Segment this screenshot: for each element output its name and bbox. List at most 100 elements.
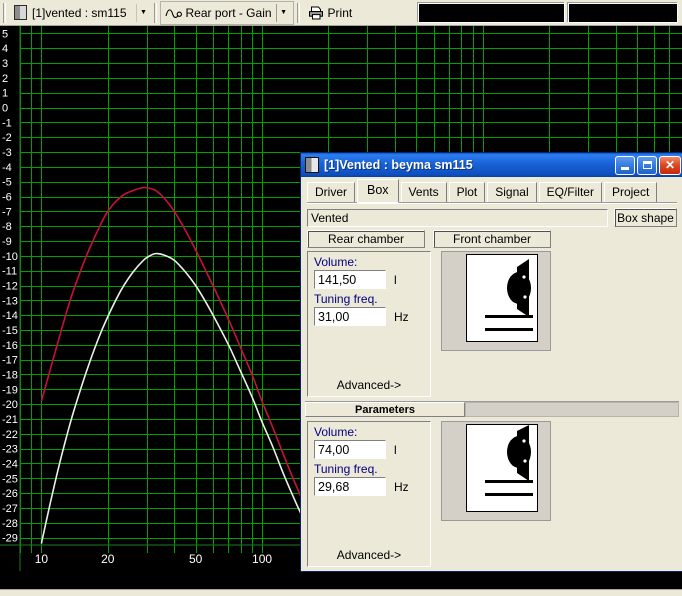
maximize-icon: [642, 161, 652, 169]
document-dropdown-arrow[interactable]: ▼: [135, 3, 151, 22]
box-name-input[interactable]: Vented: [307, 208, 608, 227]
status-strip: [0, 589, 682, 596]
front-volume-unit: l: [394, 442, 397, 457]
chart-y-tick: 4: [2, 43, 8, 55]
chart-y-tick: -19: [2, 384, 18, 396]
dialog-titlebar[interactable]: [1]Vented : beyma sm115 ✕: [301, 153, 682, 177]
toolbar-info-panel-2: [568, 2, 678, 23]
chart-y-tick: 5: [2, 28, 8, 40]
tab-driver[interactable]: Driver: [307, 182, 355, 202]
chart-y-tick: -3: [2, 147, 12, 159]
curve-selector-label: Rear port - Gain: [185, 5, 272, 20]
chart-y-tick: -10: [2, 251, 18, 263]
chart-y-tick: 0: [2, 103, 8, 115]
dialog-body: Driver Box Vents Plot Signal EQ/Filter Project…: [301, 177, 682, 571]
curve-icon: [164, 8, 182, 18]
rear-tuning-unit: Hz: [394, 309, 409, 324]
front-tuning-unit: Hz: [394, 479, 409, 494]
chart-y-tick: -18: [2, 369, 18, 381]
printer-icon: [308, 6, 323, 20]
chart-y-tick: -9: [2, 236, 12, 248]
rear-parameters-button[interactable]: Parameters: [305, 402, 465, 417]
chart-y-tick: -8: [2, 221, 12, 233]
rear-box-shape-preview[interactable]: [441, 251, 551, 351]
tab-bar[interactable]: Driver Box Vents Plot Signal EQ/Filter Project: [304, 179, 680, 203]
rear-volume-label: Volume:: [314, 255, 358, 269]
close-icon: ✕: [664, 158, 676, 172]
front-box-shape-drawing: [466, 424, 538, 512]
rear-volume-unit: l: [394, 272, 397, 287]
chamber-button-row: Rear chamber Front chamber: [307, 230, 677, 248]
rear-chamber-section: Volume: 141,50 l Tuning freq. 31,00 Hz A…: [307, 251, 677, 397]
front-chamber-button[interactable]: Front chamber: [433, 230, 551, 248]
tab-eq-filter[interactable]: EQ/Filter: [538, 182, 602, 202]
chart-y-tick: -11: [2, 266, 17, 278]
app-root: [1]vented : sm115 ▼ Rear port - Gain ▼ P…: [0, 0, 682, 596]
document-selector-label: [1]vented : sm115: [32, 5, 127, 20]
name-row: Vented Box shape: [307, 208, 677, 227]
chart-y-tick: -25: [2, 473, 18, 485]
window-buttons: ✕: [615, 155, 681, 175]
curve-selector[interactable]: Rear port - Gain ▼: [159, 0, 294, 25]
rear-volume-row: 141,50 l: [314, 270, 430, 289]
chart-y-tick: -24: [2, 458, 18, 470]
chart-y-tick: -29: [2, 533, 18, 545]
front-volume-input[interactable]: 74,00: [314, 440, 386, 459]
tab-signal[interactable]: Signal: [487, 182, 537, 202]
curve-dropdown-arrow[interactable]: ▼: [275, 3, 291, 22]
toolbar: [1]vented : sm115 ▼ Rear port - Gain ▼ P…: [0, 0, 682, 26]
chart-y-tick: -5: [2, 177, 12, 189]
chart-y-tick: -26: [2, 488, 18, 500]
document-selector-group[interactable]: [1]vented : sm115 ▼: [9, 2, 151, 24]
rear-advanced-link[interactable]: Advanced->: [308, 378, 430, 392]
tab-vents[interactable]: Vents: [400, 182, 447, 202]
chart-x-tick: 50: [189, 552, 203, 566]
chart-x-tick: 100: [252, 552, 272, 566]
front-chamber-section: Volume: 74,00 l Tuning freq. 29,68 Hz Ad…: [307, 421, 677, 567]
chart-y-tick: -27: [2, 503, 18, 515]
front-tuning-input[interactable]: 29,68: [314, 477, 386, 496]
rear-tuning-row: 31,00 Hz: [314, 307, 430, 326]
chart-y-tick: -17: [2, 355, 18, 367]
dialog-title: [1]Vented : beyma sm115: [324, 158, 473, 172]
front-advanced-link[interactable]: Advanced->: [308, 548, 430, 562]
chart-y-tick: -1: [2, 117, 12, 129]
box-shape-button[interactable]: Box shape: [614, 208, 677, 227]
tab-plot[interactable]: Plot: [448, 182, 486, 202]
chart-y-tick: -20: [2, 399, 18, 411]
print-button[interactable]: Print: [303, 1, 358, 25]
document-selector[interactable]: [1]vented : sm115: [9, 1, 132, 25]
chart-y-tick: -12: [2, 281, 18, 293]
chart-y-tick: -6: [2, 192, 12, 204]
chart-y-tick: -4: [2, 162, 12, 174]
close-button[interactable]: ✕: [659, 155, 681, 175]
speaker-box-icon-2: [485, 425, 533, 496]
rear-tuning-label: Tuning freq.: [314, 292, 378, 306]
tab-box[interactable]: Box: [357, 179, 399, 203]
rear-tuning-input[interactable]: 31,00: [314, 307, 386, 326]
chart-y-tick: -22: [2, 429, 18, 441]
chart-y-tick: -16: [2, 340, 18, 352]
front-chamber-params: Volume: 74,00 l Tuning freq. 29,68 Hz Ad…: [307, 421, 431, 567]
box-properties-dialog[interactable]: [1]Vented : beyma sm115 ✕ Driver Box Vents…: [300, 152, 682, 572]
document-icon: [14, 5, 27, 20]
chart-y-tick: 2: [2, 73, 8, 85]
rear-parameters-bar: Parameters: [305, 401, 679, 417]
minimize-button[interactable]: [615, 155, 635, 175]
tab-project[interactable]: Project: [603, 182, 658, 202]
chart-y-tick: -13: [2, 295, 18, 307]
rear-chamber-button[interactable]: Rear chamber: [307, 230, 425, 248]
front-volume-label: Volume:: [314, 425, 358, 439]
maximize-button[interactable]: [637, 155, 657, 175]
rear-volume-input[interactable]: 141,50: [314, 270, 386, 289]
front-box-shape-preview[interactable]: [441, 421, 551, 521]
rear-parameters-track[interactable]: [465, 402, 679, 417]
chart-y-tick: -15: [2, 325, 18, 337]
minimize-icon: [621, 166, 629, 170]
toolbar-separator-2: [153, 2, 157, 23]
chart-y-tick: -28: [2, 518, 18, 530]
dialog-document-icon: [305, 157, 319, 173]
speaker-box-icon: [485, 259, 533, 331]
rear-chamber-params: Volume: 141,50 l Tuning freq. 31,00 Hz A…: [307, 251, 431, 397]
chart-x-tick: 10: [35, 552, 49, 566]
